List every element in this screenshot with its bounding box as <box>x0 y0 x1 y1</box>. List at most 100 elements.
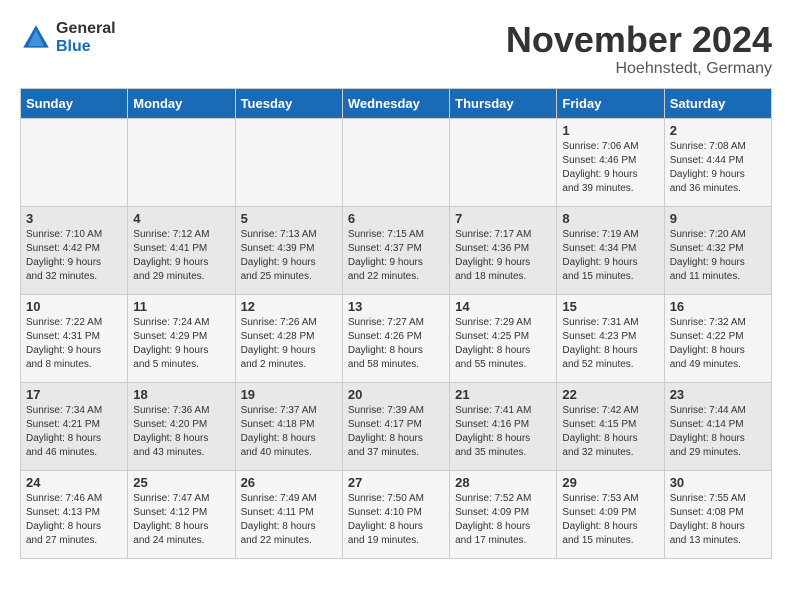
day-number-1-1: 4 <box>133 211 229 226</box>
cell-0-4 <box>450 118 557 206</box>
day-number-4-6: 30 <box>670 475 766 490</box>
day-info-1-2: Sunrise: 7:13 AM Sunset: 4:39 PM Dayligh… <box>241 228 337 284</box>
cell-0-5: 1 Sunrise: 7:06 AM Sunset: 4:46 PM Daylig… <box>557 118 664 206</box>
day-info-2-5: Sunrise: 7:31 AM Sunset: 4:23 PM Dayligh… <box>562 316 658 372</box>
header-row: Sunday Monday Tuesday Wednesday Thursday… <box>21 88 772 118</box>
day-info-3-3: Sunrise: 7:39 AM Sunset: 4:17 PM Dayligh… <box>348 404 444 460</box>
cell-0-2 <box>235 118 342 206</box>
day-info-0-5: Sunrise: 7:06 AM Sunset: 4:46 PM Dayligh… <box>562 140 658 196</box>
day-info-2-6: Sunrise: 7:32 AM Sunset: 4:22 PM Dayligh… <box>670 316 766 372</box>
cell-0-6: 2Sunrise: 7:08 AM Sunset: 4:44 PM Daylig… <box>664 118 771 206</box>
day-info-1-4: Sunrise: 7:17 AM Sunset: 4:36 PM Dayligh… <box>455 228 551 284</box>
cell-0-3 <box>342 118 449 206</box>
cell-0-0 <box>21 118 128 206</box>
cell-2-5: 15 Sunrise: 7:31 AM Sunset: 4:23 PM Dayli… <box>557 294 664 382</box>
cell-4-3: 27 Sunrise: 7:50 AM Sunset: 4:10 PM Dayli… <box>342 470 449 558</box>
cell-2-1: 11 Sunrise: 7:24 AM Sunset: 4:29 PM Dayli… <box>128 294 235 382</box>
cell-2-3: 13 Sunrise: 7:27 AM Sunset: 4:26 PM Dayli… <box>342 294 449 382</box>
cell-2-0: 10Sunrise: 7:22 AM Sunset: 4:31 PM Dayli… <box>21 294 128 382</box>
cell-3-5: 22 Sunrise: 7:42 AM Sunset: 4:15 PM Dayli… <box>557 382 664 470</box>
day-info-1-5: Sunrise: 7:19 AM Sunset: 4:34 PM Dayligh… <box>562 228 658 284</box>
day-info-3-2: Sunrise: 7:37 AM Sunset: 4:18 PM Dayligh… <box>241 404 337 460</box>
day-number-2-0: 10 <box>26 299 122 314</box>
day-info-4-6: Sunrise: 7:55 AM Sunset: 4:08 PM Dayligh… <box>670 492 766 548</box>
day-number-3-0: 17 <box>26 387 122 402</box>
cell-4-6: 30 Sunrise: 7:55 AM Sunset: 4:08 PM Dayli… <box>664 470 771 558</box>
day-number-1-5: 8 <box>562 211 658 226</box>
day-info-3-5: Sunrise: 7:42 AM Sunset: 4:15 PM Dayligh… <box>562 404 658 460</box>
day-number-3-3: 20 <box>348 387 444 402</box>
col-wednesday: Wednesday <box>342 88 449 118</box>
day-number-4-5: 29 <box>562 475 658 490</box>
title-block: November 2024 Hoehnstedt, Germany <box>506 20 772 78</box>
day-info-0-6: Sunrise: 7:08 AM Sunset: 4:44 PM Dayligh… <box>670 140 766 196</box>
day-number-3-6: 23 <box>670 387 766 402</box>
logo: General Blue <box>20 20 116 55</box>
col-thursday: Thursday <box>450 88 557 118</box>
cell-4-0: 24 Sunrise: 7:46 AM Sunset: 4:13 PM Dayli… <box>21 470 128 558</box>
day-info-4-3: Sunrise: 7:50 AM Sunset: 4:10 PM Dayligh… <box>348 492 444 548</box>
cell-3-2: 19Sunrise: 7:37 AM Sunset: 4:18 PM Dayli… <box>235 382 342 470</box>
cell-1-0: 3 Sunrise: 7:10 AM Sunset: 4:42 PM Daylig… <box>21 206 128 294</box>
cell-1-1: 4 Sunrise: 7:12 AM Sunset: 4:41 PM Daylig… <box>128 206 235 294</box>
day-info-3-6: Sunrise: 7:44 AM Sunset: 4:14 PM Dayligh… <box>670 404 766 460</box>
header: General Blue November 2024 Hoehnstedt, G… <box>20 20 772 78</box>
cell-4-4: 28 Sunrise: 7:52 AM Sunset: 4:09 PM Dayli… <box>450 470 557 558</box>
cell-4-5: 29 Sunrise: 7:53 AM Sunset: 4:09 PM Dayli… <box>557 470 664 558</box>
cell-3-3: 20 Sunrise: 7:39 AM Sunset: 4:17 PM Dayli… <box>342 382 449 470</box>
cell-3-1: 18Sunrise: 7:36 AM Sunset: 4:20 PM Dayli… <box>128 382 235 470</box>
day-number-1-2: 5 <box>241 211 337 226</box>
cell-1-5: 8 Sunrise: 7:19 AM Sunset: 4:34 PM Daylig… <box>557 206 664 294</box>
day-number-1-4: 7 <box>455 211 551 226</box>
day-number-4-0: 24 <box>26 475 122 490</box>
col-sunday: Sunday <box>21 88 128 118</box>
day-number-4-1: 25 <box>133 475 229 490</box>
day-number-2-5: 15 <box>562 299 658 314</box>
day-info-3-1: Sunrise: 7:36 AM Sunset: 4:20 PM Dayligh… <box>133 404 229 460</box>
day-info-2-2: Sunrise: 7:26 AM Sunset: 4:28 PM Dayligh… <box>241 316 337 372</box>
logo-text: General Blue <box>56 20 116 55</box>
cell-1-2: 5 Sunrise: 7:13 AM Sunset: 4:39 PM Daylig… <box>235 206 342 294</box>
week-row-3: 17 Sunrise: 7:34 AM Sunset: 4:21 PM Dayli… <box>21 382 772 470</box>
day-info-3-0: Sunrise: 7:34 AM Sunset: 4:21 PM Dayligh… <box>26 404 122 460</box>
day-info-1-6: Sunrise: 7:20 AM Sunset: 4:32 PM Dayligh… <box>670 228 766 284</box>
day-number-3-5: 22 <box>562 387 658 402</box>
week-row-2: 10Sunrise: 7:22 AM Sunset: 4:31 PM Dayli… <box>21 294 772 382</box>
day-info-4-0: Sunrise: 7:46 AM Sunset: 4:13 PM Dayligh… <box>26 492 122 548</box>
logo-general-text: General <box>56 20 116 38</box>
day-info-4-2: Sunrise: 7:49 AM Sunset: 4:11 PM Dayligh… <box>241 492 337 548</box>
day-number-2-3: 13 <box>348 299 444 314</box>
col-tuesday: Tuesday <box>235 88 342 118</box>
cell-4-2: 26Sunrise: 7:49 AM Sunset: 4:11 PM Dayli… <box>235 470 342 558</box>
day-info-4-4: Sunrise: 7:52 AM Sunset: 4:09 PM Dayligh… <box>455 492 551 548</box>
day-number-2-4: 14 <box>455 299 551 314</box>
day-info-2-3: Sunrise: 7:27 AM Sunset: 4:26 PM Dayligh… <box>348 316 444 372</box>
week-row-4: 24 Sunrise: 7:46 AM Sunset: 4:13 PM Dayli… <box>21 470 772 558</box>
day-info-1-1: Sunrise: 7:12 AM Sunset: 4:41 PM Dayligh… <box>133 228 229 284</box>
week-row-0: 1 Sunrise: 7:06 AM Sunset: 4:46 PM Daylig… <box>21 118 772 206</box>
day-number-0-5: 1 <box>562 123 658 138</box>
day-number-2-2: 12 <box>241 299 337 314</box>
cell-2-6: 16 Sunrise: 7:32 AM Sunset: 4:22 PM Dayli… <box>664 294 771 382</box>
day-info-4-5: Sunrise: 7:53 AM Sunset: 4:09 PM Dayligh… <box>562 492 658 548</box>
cell-3-6: 23 Sunrise: 7:44 AM Sunset: 4:14 PM Dayli… <box>664 382 771 470</box>
cell-1-3: 6Sunrise: 7:15 AM Sunset: 4:37 PM Daylig… <box>342 206 449 294</box>
cell-1-4: 7 Sunrise: 7:17 AM Sunset: 4:36 PM Daylig… <box>450 206 557 294</box>
cell-1-6: 9Sunrise: 7:20 AM Sunset: 4:32 PM Daylig… <box>664 206 771 294</box>
cell-4-1: 25Sunrise: 7:47 AM Sunset: 4:12 PM Dayli… <box>128 470 235 558</box>
day-number-1-0: 3 <box>26 211 122 226</box>
col-friday: Friday <box>557 88 664 118</box>
day-number-4-3: 27 <box>348 475 444 490</box>
logo-icon <box>20 22 52 54</box>
day-number-3-4: 21 <box>455 387 551 402</box>
cell-0-1 <box>128 118 235 206</box>
day-number-4-4: 28 <box>455 475 551 490</box>
location: Hoehnstedt, Germany <box>506 60 772 78</box>
day-info-1-0: Sunrise: 7:10 AM Sunset: 4:42 PM Dayligh… <box>26 228 122 284</box>
day-info-1-3: Sunrise: 7:15 AM Sunset: 4:37 PM Dayligh… <box>348 228 444 284</box>
col-monday: Monday <box>128 88 235 118</box>
day-number-2-1: 11 <box>133 299 229 314</box>
day-number-2-6: 16 <box>670 299 766 314</box>
day-info-2-1: Sunrise: 7:24 AM Sunset: 4:29 PM Dayligh… <box>133 316 229 372</box>
month-title: November 2024 <box>506 20 772 60</box>
